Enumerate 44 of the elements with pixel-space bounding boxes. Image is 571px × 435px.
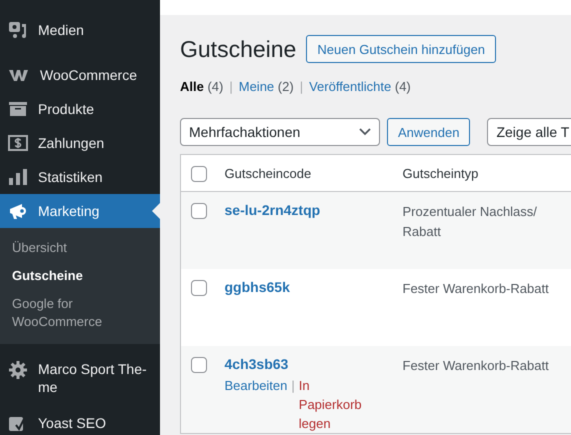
sidebar-item[interactable]: Marketing bbox=[0, 194, 160, 228]
chevron-down-icon bbox=[359, 128, 371, 136]
submenu-item[interactable]: Google for WooCommerce bbox=[0, 291, 134, 335]
separator: | bbox=[300, 79, 304, 94]
bulk-actions-select[interactable]: Mehrfachaktionen bbox=[180, 118, 380, 146]
separator: | bbox=[291, 377, 295, 395]
coupon-code-link[interactable]: se-lu-2rn4ztqp bbox=[224, 202, 320, 218]
gear-icon bbox=[8, 360, 28, 380]
submenu-item[interactable]: Gutscheine bbox=[0, 263, 134, 289]
row-checkbox[interactable] bbox=[191, 202, 207, 219]
coupon-code-link[interactable]: 4ch3sb63 bbox=[224, 356, 288, 372]
bar-chart-icon bbox=[8, 167, 28, 187]
view-filter-link[interactable]: Meine (2) bbox=[238, 79, 294, 94]
row-checkbox[interactable] bbox=[191, 356, 207, 373]
sidebar-item[interactable]: Zahlungen bbox=[0, 126, 160, 160]
trash-link[interactable]: In Papierkorb legen bbox=[298, 376, 374, 433]
row-checkbox[interactable] bbox=[191, 280, 207, 296]
coupon-code-link[interactable]: ggbhs65k bbox=[224, 279, 290, 295]
edit-link[interactable]: Bearbeiten bbox=[224, 376, 288, 395]
submenu-item[interactable]: Übersicht bbox=[0, 235, 134, 261]
select-all-checkbox[interactable] bbox=[191, 166, 207, 182]
add-coupon-button[interactable]: Neuen Gutschein hinzufügen bbox=[306, 35, 496, 63]
dollar-icon bbox=[8, 133, 28, 153]
page-title: Gutscheine bbox=[180, 36, 296, 62]
current-menu-pointer bbox=[152, 203, 160, 219]
separator: | bbox=[229, 79, 233, 94]
sidebar-item[interactable]: WooCommerce bbox=[0, 58, 160, 92]
archive-box-icon bbox=[8, 99, 28, 119]
column-header[interactable]: Gutscheincode bbox=[224, 166, 312, 180]
media-icon bbox=[8, 20, 28, 40]
type-filter-select[interactable]: Zeige alle T bbox=[487, 118, 571, 146]
sidebar-item[interactable]: Statistiken bbox=[0, 160, 160, 194]
view-filter-link[interactable]: Alle (4) bbox=[180, 79, 224, 94]
sidebar-item[interactable]: Yoast SEO bbox=[0, 406, 160, 435]
sidebar-item[interactable]: Medien bbox=[0, 12, 160, 48]
coupon-type-cell-text: Prozentualer Nachlass/ Rabatt bbox=[402, 203, 538, 241]
megaphone-icon bbox=[8, 201, 28, 221]
sidebar-item[interactable]: Marco Sport The-me bbox=[0, 350, 160, 406]
sidebar-item[interactable]: Produkte bbox=[0, 92, 160, 126]
column-header[interactable]: Gutscheintyp bbox=[402, 166, 478, 180]
apply-button[interactable]: Anwenden bbox=[387, 118, 470, 146]
view-filter-link[interactable]: Veröffentlichte (4) bbox=[309, 79, 411, 94]
coupon-type-cell-text: Fester Warenkorb-Rabatt bbox=[402, 280, 550, 298]
coupon-type-cell-text: Fester Warenkorb-Rabatt bbox=[402, 357, 550, 375]
